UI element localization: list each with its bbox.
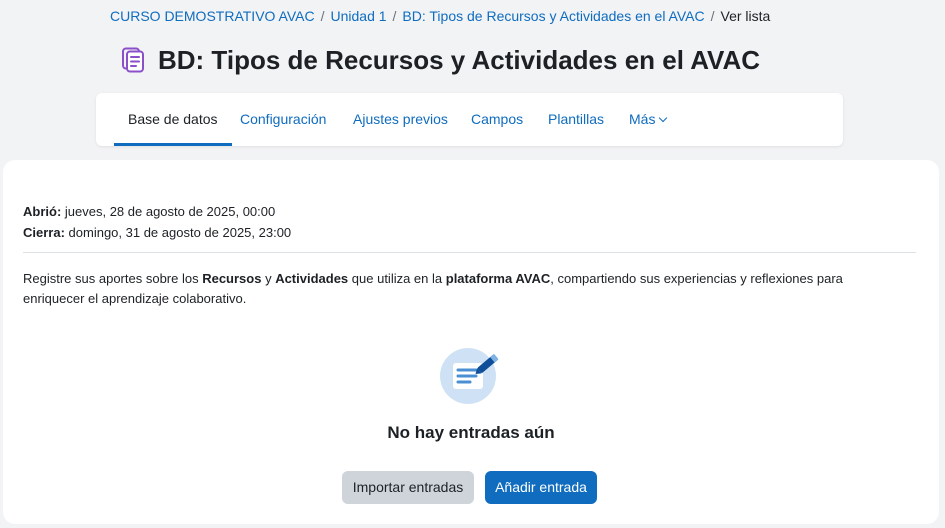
breadcrumb: CURSO DEMOSTRATIVO AVAC / Unidad 1 / BD: Tip… xyxy=(110,7,770,25)
import-entries-button[interactable]: Importar entradas xyxy=(342,471,474,504)
secondary-navigation: Base de datos Configuración Ajustes prev… xyxy=(96,93,843,146)
breadcrumb-current: Ver lista xyxy=(720,8,771,24)
tab-database[interactable]: Base de datos xyxy=(114,93,232,146)
divider xyxy=(23,252,916,253)
tab-fields[interactable]: Campos xyxy=(471,93,523,146)
database-module-icon xyxy=(122,47,144,73)
tab-more-label: Más xyxy=(629,111,656,127)
empty-state-title: No hay entradas aún xyxy=(387,423,555,442)
page-title: BD: Tipos de Recursos y Actividades en e… xyxy=(158,45,761,75)
tab-presets[interactable]: Ajustes previos xyxy=(353,93,448,146)
add-entry-button[interactable]: Añadir entrada xyxy=(485,471,597,504)
breadcrumb-course[interactable]: CURSO DEMOSTRATIVO AVAC xyxy=(110,8,315,24)
breadcrumb-separator: / xyxy=(710,8,715,24)
tab-settings[interactable]: Configuración xyxy=(240,93,326,146)
chevron-down-icon xyxy=(659,113,668,123)
activity-dates: Abrió: jueves, 28 de agosto de 2025, 00:… xyxy=(23,201,291,243)
breadcrumb-separator: / xyxy=(320,8,325,24)
breadcrumb-separator: / xyxy=(392,8,397,24)
closes-date: Cierra: domingo, 31 de agosto de 2025, 2… xyxy=(23,225,292,240)
tab-more[interactable]: Más xyxy=(629,93,668,146)
activity-description: Registre sus aportes sobre los Recursos … xyxy=(23,271,843,306)
tab-templates[interactable]: Plantillas xyxy=(548,93,604,146)
opened-date: Abrió: jueves, 28 de agosto de 2025, 00:… xyxy=(23,204,276,219)
breadcrumb-unit[interactable]: Unidad 1 xyxy=(330,8,386,24)
breadcrumb-database[interactable]: BD: Tipos de Recursos y Actividades en e… xyxy=(402,8,704,24)
page-header: BD: Tipos de Recursos y Actividades en e… xyxy=(120,43,760,77)
no-entries-icon xyxy=(440,348,499,404)
main-content: Abrió: jueves, 28 de agosto de 2025, 00:… xyxy=(3,160,939,524)
